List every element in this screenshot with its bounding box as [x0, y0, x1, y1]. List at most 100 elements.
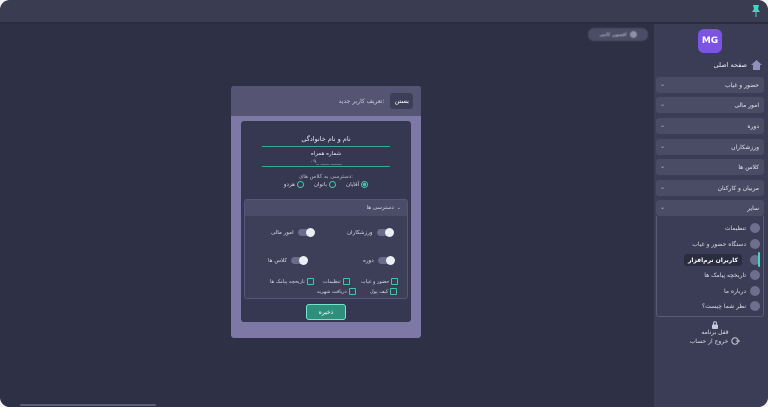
check-attendance[interactable]: حضور و غیاب — [361, 278, 399, 285]
user-chip-name: افسون کاتبی — [599, 31, 627, 38]
sidebar-item-feedback[interactable]: نظر شما چیست؟ — [660, 299, 760, 313]
chevron-down-icon: ⌄ — [660, 163, 666, 170]
radio-men[interactable]: آقایان — [346, 181, 369, 188]
class-access-text: دسترسی به کلاس های: — [298, 174, 354, 180]
toggle-label: کلاس ها — [268, 257, 287, 264]
toggle-label: ورزشکاران — [347, 229, 373, 236]
permissions-title: دسترسی ها — [366, 205, 394, 211]
sidebar-item-label: درباره ما — [723, 287, 746, 295]
toggle-switch[interactable] — [297, 227, 315, 237]
sidebar-menu-label: دوره — [747, 122, 759, 130]
sidebar-item-home[interactable]: صفحه اصلی — [660, 59, 762, 71]
radio-women[interactable]: بانوان — [314, 181, 337, 188]
sidebar-menu-attendance[interactable]: ⌄ حضور و غیاب — [656, 77, 764, 93]
app-logo: MG — [698, 29, 722, 53]
phone-field-value: ۰۹_ ___ ____ — [310, 159, 342, 165]
checkbox-label: تاریخچه پیامک ها — [270, 278, 305, 285]
user-chip[interactable]: افسون کاتبی — [588, 28, 648, 41]
check-wallet[interactable]: کیف پول — [370, 288, 398, 295]
checkbox-label: تنظیمات — [323, 278, 341, 285]
toggle-course[interactable]: دوره — [363, 255, 395, 265]
sidebar-menu-other[interactable]: ⌄ سایر — [656, 200, 764, 216]
sidebar-item-app-users[interactable]: کاربران نرم‌افزار — [660, 253, 760, 267]
phone-field-underline — [262, 166, 390, 167]
save-button[interactable]: ذخیره — [306, 304, 346, 320]
dialog-title: تعریف کاربر جدید: — [338, 97, 385, 105]
pin-icon[interactable] — [750, 4, 762, 18]
logout-button[interactable]: خروج از حساب — [672, 337, 758, 345]
horizontal-scrollbar[interactable] — [20, 404, 156, 406]
close-button[interactable]: بستن — [390, 93, 413, 109]
logout-icon — [731, 337, 741, 345]
sidebar-menu-label: کلاس ها — [738, 163, 759, 171]
chevron-down-icon: ⌄ — [660, 143, 666, 150]
sidebar-menu-label: حضور و غیاب — [724, 81, 759, 89]
radio-circle — [329, 181, 337, 188]
feedback-icon — [750, 301, 760, 311]
sidebar-menu-label: ورزشکاران — [731, 143, 759, 151]
checkbox[interactable] — [390, 288, 398, 295]
name-field[interactable]: نام و نام خانوادگی — [262, 135, 390, 147]
sidebar-menu-athletes[interactable]: ⌄ ورزشکاران — [656, 139, 764, 155]
phone-field-label: شماره همراه — [310, 151, 342, 157]
toggle-switch[interactable] — [290, 255, 308, 265]
lock-app-button[interactable]: قفل برنامه — [672, 321, 758, 336]
lock-app-label: قفل برنامه — [701, 329, 729, 336]
toggle-finance[interactable]: امور مالی — [271, 227, 315, 237]
toggle-classes[interactable]: کلاس ها — [268, 255, 308, 265]
sidebar-item-label: تاریخچه پیامک ها — [704, 271, 746, 279]
checkbox-label: حضور و غیاب — [361, 278, 390, 285]
sidebar-item-label: تنظیمات — [724, 224, 746, 232]
dialog-header: تعریف کاربر جدید: بستن — [231, 86, 421, 116]
toggle-knob — [384, 227, 394, 237]
radio-label: هردو — [283, 181, 295, 188]
radio-both[interactable]: هردو — [284, 181, 304, 188]
checkbox[interactable] — [342, 278, 350, 285]
radio-circle — [296, 181, 304, 188]
sidebar-menu-classes[interactable]: ⌄ کلاس ها — [656, 159, 764, 175]
toggle-switch[interactable] — [376, 227, 394, 237]
checkbox[interactable] — [348, 288, 356, 295]
app-window: افسون کاتبی MG صفحه اصلی ⌄ حضور و غیاب ⌄ ا… — [0, 0, 768, 407]
sidebar-menu-finance[interactable]: ⌄ امور مالی — [656, 97, 764, 113]
toggle-athletes[interactable]: ورزشکاران — [347, 227, 394, 237]
gear-icon — [750, 223, 760, 233]
toggle-switch[interactable] — [377, 255, 395, 265]
sidebar-item-sms-history[interactable]: تاریخچه پیامک ها — [660, 268, 760, 282]
lock-icon — [712, 321, 718, 329]
sidebar-item-settings[interactable]: تنظیمات — [660, 221, 760, 235]
radio-circle-selected — [361, 181, 369, 188]
chevron-down-icon: ⌄ — [660, 122, 666, 129]
sidebar-menu-label: امور مالی — [734, 101, 759, 109]
sidebar-menu-label: مربیان و کارکنان — [717, 184, 759, 192]
toggle-label: دوره — [363, 257, 374, 264]
checkbox[interactable] — [391, 278, 399, 285]
sms-history-icon — [750, 270, 760, 280]
chevron-down-icon: ⌄ — [660, 81, 666, 88]
chevron-down-icon: ⌄ — [660, 204, 666, 211]
toggle-knob — [305, 227, 315, 237]
sidebar-item-attendance-device[interactable]: دستگاه حضور و غیاب — [660, 237, 760, 251]
check-tuition[interactable]: دریافت شهریه — [317, 288, 356, 295]
phone-field[interactable]: شماره همراه ۰۹_ ___ ____ — [262, 151, 390, 167]
name-field-underline — [262, 146, 390, 147]
class-access-radios: هردو بانوان آقایان — [262, 181, 390, 188]
class-access-label: دسترسی به کلاس های: — [262, 174, 390, 180]
check-settings[interactable]: تنظیمات — [323, 278, 350, 285]
sidebar-item-label: نظر شما چیست؟ — [702, 302, 746, 310]
logout-label: خروج از حساب — [689, 337, 729, 345]
checkbox[interactable] — [306, 278, 314, 285]
sidebar-menu-label: سایر — [747, 204, 759, 212]
home-icon — [751, 60, 762, 70]
check-sms-history[interactable]: تاریخچه پیامک ها — [270, 278, 314, 285]
active-indicator — [758, 252, 760, 267]
toggle-label: امور مالی — [271, 229, 294, 236]
sidebar-menu-course[interactable]: ⌄ دوره — [656, 118, 764, 134]
sidebar-menu-staff[interactable]: ⌄ مربیان و کارکنان — [656, 180, 764, 196]
chevron-down-icon: ⌄ — [660, 184, 666, 191]
sidebar-item-about[interactable]: درباره ما — [660, 284, 760, 298]
avatar — [629, 31, 637, 38]
info-icon — [750, 286, 760, 296]
permissions-header[interactable]: دسترسی ها ⌄ — [245, 200, 407, 216]
radio-label: آقایان — [346, 181, 360, 188]
